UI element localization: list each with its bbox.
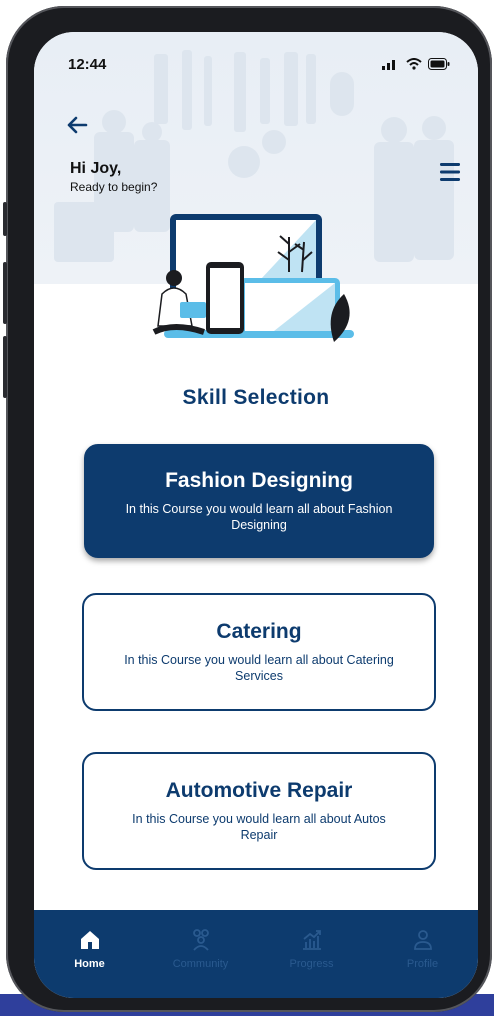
hamburger-menu-icon[interactable]	[438, 162, 462, 182]
nav-item-progress[interactable]: Progress	[267, 928, 357, 970]
back-arrow-icon[interactable]	[64, 112, 90, 138]
devices-learning-illustration	[152, 214, 354, 342]
community-icon	[192, 929, 209, 951]
course-description: In this Course you would learn all about…	[132, 812, 386, 842]
status-time: 12:44	[68, 55, 107, 73]
course-card-automotive-repair[interactable]: Automotive Repair In this Course you wou…	[82, 752, 436, 870]
signal-icon	[382, 60, 395, 70]
home-icon	[80, 931, 99, 949]
course-title: Fashion Designing	[165, 469, 353, 492]
course-title: Catering	[216, 620, 302, 643]
phone-volume-up	[3, 262, 7, 324]
bottom-navigation: Home Community Progress Profile	[34, 910, 478, 998]
profile-icon	[413, 930, 432, 950]
progress-icon	[302, 930, 321, 950]
status-bar: 12:44	[68, 52, 450, 76]
course-card-fashion-designing[interactable]: Fashion Designing In this Course you wou…	[84, 444, 434, 558]
course-title: Automotive Repair	[165, 779, 353, 802]
greeting-block: Hi Joy, Ready to begin?	[70, 160, 157, 194]
nav-label: Home	[74, 958, 105, 970]
battery-icon	[428, 58, 450, 70]
phone-mute-switch	[3, 202, 7, 236]
nav-item-community[interactable]: Community	[156, 928, 246, 970]
course-card-catering[interactable]: Catering In this Course you would learn …	[82, 593, 436, 711]
nav-label: Community	[172, 958, 229, 970]
nav-item-home[interactable]: Home	[45, 928, 135, 970]
nav-label: Profile	[406, 958, 439, 970]
wifi-icon	[406, 58, 422, 70]
greeting-subtitle: Ready to begin?	[70, 180, 158, 194]
phone-frame: 12:44 Hi Joy, Ready to begin? Skill Sele…	[3, 6, 492, 1012]
nav-item-profile[interactable]: Profile	[378, 928, 468, 970]
course-description: In this Course you would learn all about…	[124, 653, 394, 683]
section-title: Skill Selection	[182, 386, 330, 409]
course-description: In this Course you would learn all about…	[125, 502, 393, 532]
app-screen: 12:44 Hi Joy, Ready to begin? Skill Sele…	[34, 32, 478, 998]
phone-volume-down	[3, 336, 7, 398]
greeting-title: Hi Joy,	[70, 160, 122, 177]
nav-label: Progress	[289, 958, 334, 970]
